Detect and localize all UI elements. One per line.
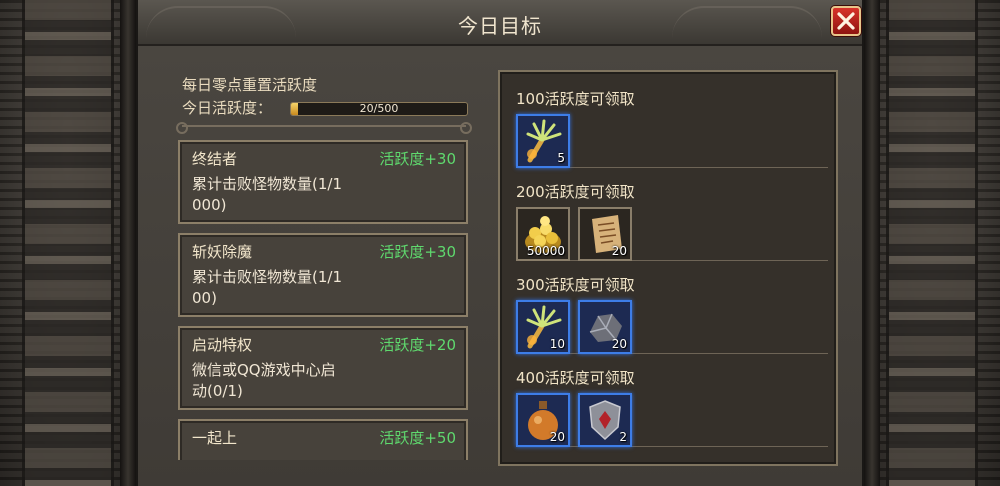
- task-name: 一起上: [192, 429, 238, 447]
- reward-count: 20: [611, 337, 627, 351]
- task-points: 活跃度+50: [379, 429, 456, 447]
- reward-count: 20: [549, 430, 565, 444]
- close-button[interactable]: [831, 6, 861, 36]
- task-name: 启动特权: [192, 336, 253, 354]
- tier-label: 400活跃度可领取: [516, 369, 635, 387]
- tier-label: 100活跃度可领取: [516, 90, 635, 108]
- task-name: 终结者: [192, 150, 238, 168]
- reward-item[interactable]: 20: [516, 393, 570, 447]
- reward-item[interactable]: 50000: [516, 207, 570, 261]
- window-title: 今日目标: [458, 14, 542, 38]
- task-desc-line: 累计击败怪物数量(1/1: [192, 175, 342, 193]
- task-points: 活跃度+20: [379, 336, 456, 354]
- task-list-panel[interactable]: 每日零点重置活跃度 今日活跃度： 20/500 终结者 活跃度+30 累计击败怪…: [168, 70, 476, 460]
- reward-count: 20: [611, 244, 627, 258]
- close-icon: [837, 12, 855, 30]
- task-card[interactable]: 斩妖除魔 活跃度+30 累计击败怪物数量(1/1 00): [178, 233, 468, 317]
- reward-count: 50000: [526, 244, 565, 258]
- reset-note: 每日零点重置活跃度: [182, 76, 318, 94]
- reward-count: 2: [619, 430, 627, 444]
- task-desc-line: 动(0/1): [192, 382, 243, 400]
- tier-label: 200活跃度可领取: [516, 183, 635, 201]
- reward-item[interactable]: 10: [516, 300, 570, 354]
- reward-tier: 300活跃度可领取 10 20: [516, 262, 828, 354]
- reward-item[interactable]: 20: [578, 300, 632, 354]
- task-description: 累计击败怪物数量(1/1 000): [192, 174, 372, 216]
- tier-label: 300活跃度可领取: [516, 276, 635, 294]
- reward-tier: 400活跃度可领取 20 2: [516, 355, 828, 447]
- task-desc-line: 000): [192, 196, 227, 214]
- activity-progress-bar: 20/500: [290, 102, 468, 116]
- task-desc-line: 微信或QQ游戏中心启: [192, 361, 336, 379]
- reward-count: 5: [557, 151, 565, 165]
- task-description: 累计击败怪物数量(1/1 00): [192, 267, 372, 309]
- task-points: 活跃度+30: [379, 243, 456, 261]
- task-description: 微信或QQ游戏中心启 动(0/1): [192, 360, 372, 402]
- task-desc-line: 00): [192, 289, 217, 307]
- right-stone-pillar: [864, 0, 1000, 486]
- task-desc-line: 累计击败怪物数量(1/1: [192, 268, 342, 286]
- task-card[interactable]: 终结者 活跃度+30 累计击败怪物数量(1/1 000): [178, 140, 468, 224]
- task-points: 活跃度+30: [379, 150, 456, 168]
- activity-progress-text: 20/500: [359, 102, 399, 115]
- task-card[interactable]: 一起上 活跃度+50: [178, 419, 468, 460]
- reward-tier: 200活跃度可领取 50000 20: [516, 169, 828, 261]
- reward-item[interactable]: 2: [578, 393, 632, 447]
- reward-item[interactable]: 20: [578, 207, 632, 261]
- left-stone-pillar: [0, 0, 136, 486]
- task-card[interactable]: 启动特权 活跃度+20 微信或QQ游戏中心启 动(0/1): [178, 326, 468, 410]
- reward-tier: 100活跃度可领取 5: [516, 76, 828, 168]
- title-bar: 今日目标: [138, 0, 862, 46]
- reward-item[interactable]: 5: [516, 114, 570, 168]
- activity-label: 今日活跃度：: [182, 99, 273, 117]
- reward-count: 10: [549, 337, 565, 351]
- divider: [176, 122, 472, 134]
- task-name: 斩妖除魔: [192, 243, 253, 261]
- reward-tiers-panel[interactable]: 100活跃度可领取 5 200活跃度可领取 50000 20 300活跃度可领取…: [498, 70, 838, 466]
